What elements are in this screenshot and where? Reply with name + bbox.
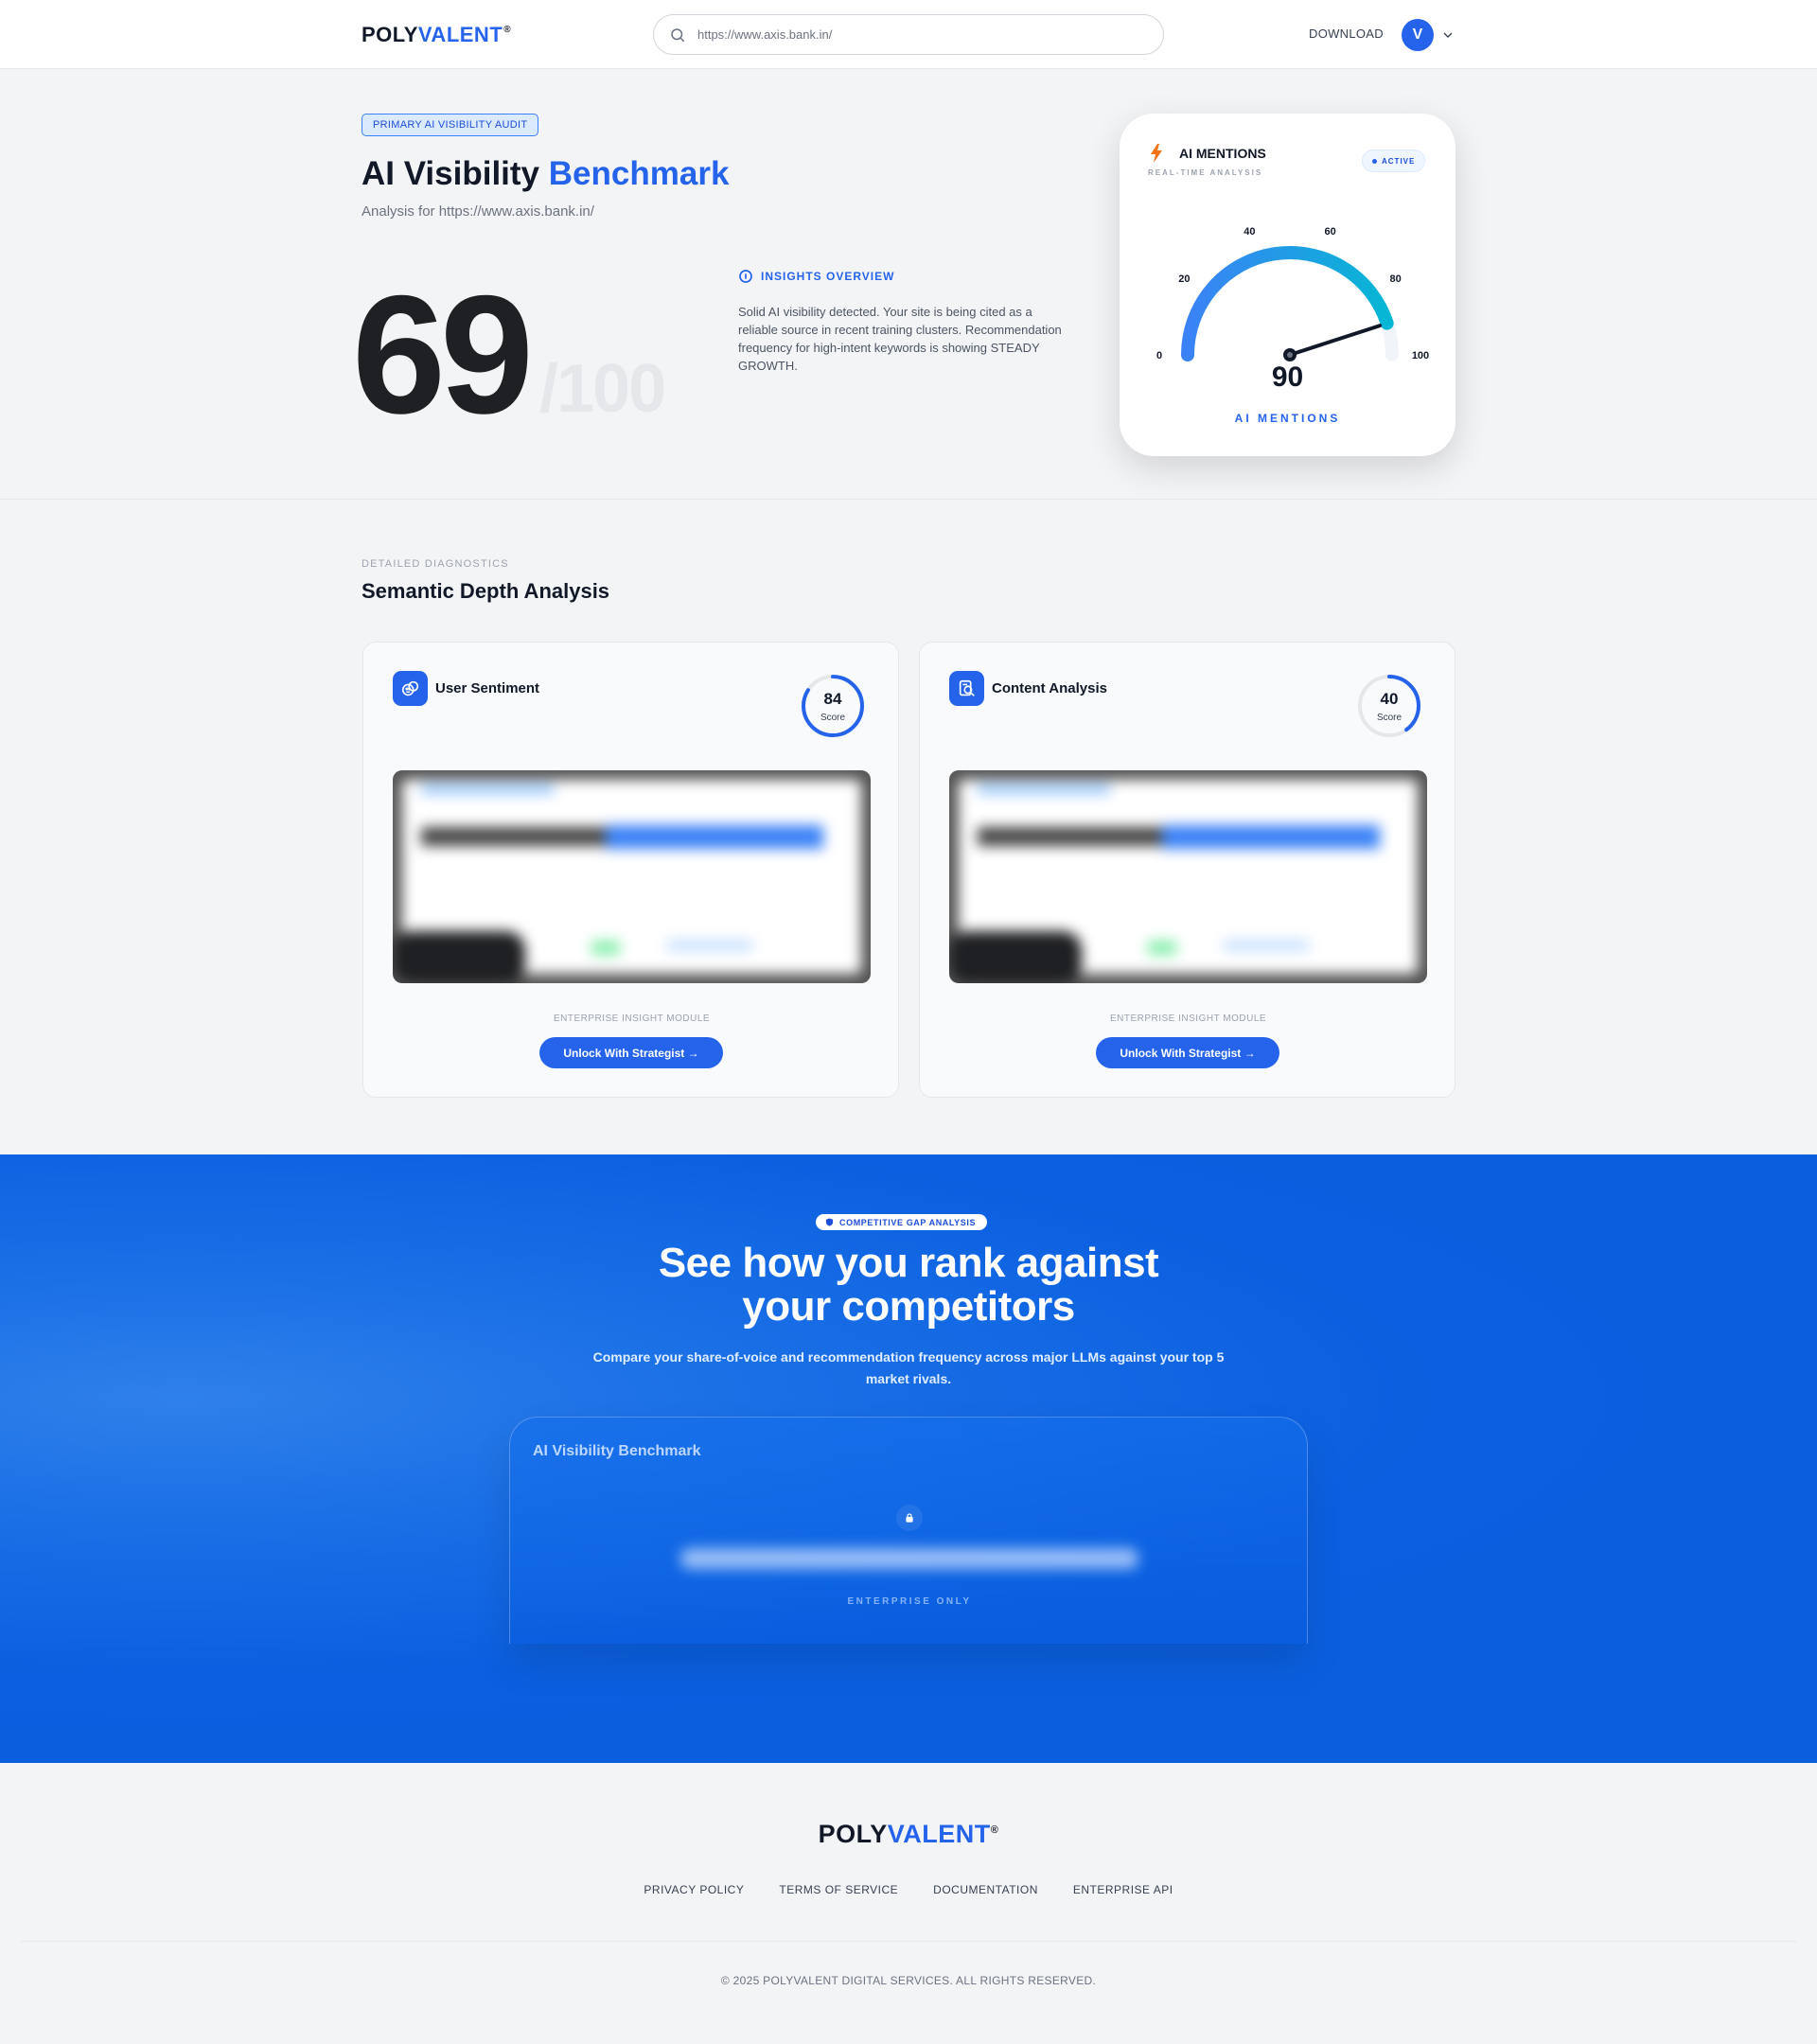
footer-divider: [21, 1941, 1796, 1942]
overall-score: 69: [352, 260, 534, 449]
status-badge: ACTIVE: [1362, 150, 1426, 172]
card-title: Content Analysis: [992, 680, 1107, 696]
sentiment-icon: [393, 671, 428, 706]
documentation-link[interactable]: DOCUMENTATION: [933, 1883, 1038, 1896]
footer-links: PRIVACY POLICY TERMS OF SERVICE DOCUMENT…: [0, 1883, 1817, 1896]
audit-type-badge: PRIMARY AI VISIBILITY AUDIT: [362, 114, 539, 136]
page-footer: POLYVALENT® PRIVACY POLICY TERMS OF SERV…: [0, 1763, 1817, 2044]
gauge-value-arc: [1181, 246, 1394, 361]
lightning-icon: [1151, 144, 1162, 163]
score-label: Score: [1376, 713, 1402, 723]
gauge-track: [1181, 246, 1399, 361]
gauge-needle: [1288, 324, 1383, 357]
gauge-title: AI MENTIONS: [1179, 146, 1266, 161]
url-search-bar[interactable]: [653, 14, 1164, 55]
competitor-section: COMPETITIVE GAP ANALYSIS See how you ran…: [0, 1154, 1817, 1763]
user-avatar[interactable]: V: [1402, 19, 1434, 51]
analysis-subtitle: Analysis for https://www.axis.bank.in/: [362, 203, 594, 220]
privacy-policy-link[interactable]: PRIVACY POLICY: [644, 1883, 744, 1896]
blurred-content: [680, 1548, 1138, 1569]
terms-of-service-link[interactable]: TERMS OF SERVICE: [779, 1883, 898, 1896]
info-icon: [739, 270, 752, 283]
url-search-input[interactable]: [697, 27, 1133, 42]
unlock-with-strategist-button[interactable]: Unlock With Strategist →: [539, 1037, 723, 1068]
score-value: 84: [823, 690, 842, 708]
download-link[interactable]: DOWNLOAD: [1309, 26, 1384, 41]
locked-preview-image: [949, 770, 1427, 983]
score-max: /100: [539, 351, 666, 427]
insights-heading: INSIGHTS OVERVIEW: [738, 269, 894, 284]
brand-logo[interactable]: POLYVALENT®: [362, 23, 511, 47]
gauge-tick-label: 20: [1178, 273, 1190, 285]
locked-benchmark-card: AI Visibility Benchmark ENTERPRISE ONLY: [509, 1417, 1308, 1644]
enterprise-only-label: ENTERPRISE ONLY: [847, 1596, 972, 1607]
lock-icon: [896, 1505, 923, 1531]
content-analysis-card: Content Analysis 40 Score ENTERPRISE INS…: [919, 642, 1455, 1098]
locked-preview-image: [393, 770, 871, 983]
gauge-tick-label: 40: [1244, 226, 1255, 238]
gauge-footer-label: AI MENTIONS: [1234, 412, 1341, 425]
page-title: AI Visibility Benchmark: [362, 155, 730, 192]
ai-mentions-gauge-card: AI MENTIONS REAL-TIME ANALYSIS ACTIVE 0 2…: [1120, 114, 1455, 456]
hero-section: [0, 69, 1817, 500]
unlock-with-strategist-button[interactable]: Unlock With Strategist →: [1096, 1037, 1279, 1068]
score-value: 40: [1380, 690, 1399, 708]
competitor-subtitle: Compare your share-of-voice and recommen…: [592, 1349, 1225, 1386]
gauge-tick-label: 60: [1324, 226, 1335, 238]
gauge-subtitle: REAL-TIME ANALYSIS: [1148, 168, 1263, 177]
competitive-gap-badge: COMPETITIVE GAP ANALYSIS: [816, 1214, 988, 1230]
section-eyebrow: DETAILED DIAGNOSTICS: [362, 558, 509, 570]
content-analysis-icon: [949, 671, 984, 706]
gauge-value: 90: [1271, 361, 1304, 393]
module-label: ENTERPRISE INSIGHT MODULE: [553, 1013, 711, 1024]
footer-logo[interactable]: POLYVALENT®: [0, 1820, 1817, 1849]
competitor-heading: See how you rank against your competitors: [658, 1240, 1159, 1330]
gauge-tick-label: 100: [1412, 350, 1429, 361]
enterprise-api-link[interactable]: ENTERPRISE API: [1073, 1883, 1173, 1896]
copyright-text: © 2025 POLYVALENT DIGITAL SERVICES. ALL …: [720, 1974, 1097, 1987]
search-icon: [671, 27, 685, 42]
user-sentiment-card: User Sentiment 84 Score ENTERPRISE INSIG…: [362, 642, 899, 1098]
gauge-tick-label: 80: [1389, 273, 1401, 285]
insights-text: Solid AI visibility detected. Your site …: [738, 305, 1062, 373]
top-navigation-bar: POLYVALENT® DOWNLOAD V: [0, 0, 1817, 69]
locked-card-title: AI Visibility Benchmark: [533, 1443, 701, 1459]
score-label: Score: [820, 713, 846, 723]
card-title: User Sentiment: [435, 680, 540, 696]
section-title: Semantic Depth Analysis: [362, 579, 610, 603]
shield-icon: [825, 1218, 834, 1226]
chevron-down-icon[interactable]: [1440, 27, 1455, 43]
status-dot-icon: [1372, 158, 1377, 164]
gauge-tick-label: 0: [1156, 350, 1162, 361]
module-label: ENTERPRISE INSIGHT MODULE: [1109, 1013, 1267, 1024]
